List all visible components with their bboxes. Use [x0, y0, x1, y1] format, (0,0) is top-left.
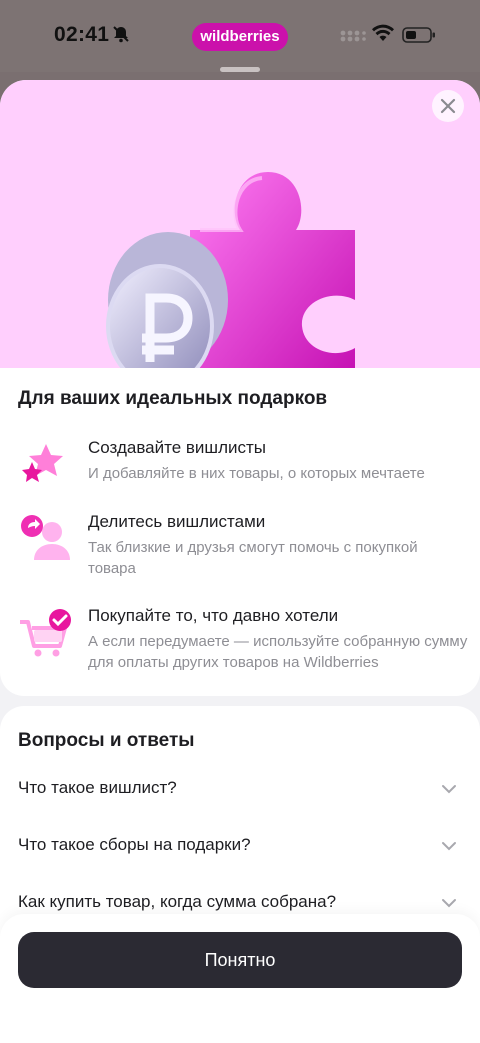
- bell-muted-icon: [113, 26, 129, 43]
- feature-desc: Так близкие и друзья смогут помочь с пок…: [88, 539, 418, 577]
- coin-puzzle-illustration: [106, 172, 355, 380]
- cart-check-icon: [20, 609, 71, 657]
- faq-question: Как купить товар, когда сумма собрана?: [18, 892, 337, 911]
- close-button[interactable]: [432, 90, 464, 122]
- battery-icon: [402, 27, 435, 43]
- chevron-down-icon: [442, 785, 456, 794]
- chevron-down-icon: [442, 842, 456, 851]
- wishlist-info-sheet: Для ваших идеальных подарков Создавайте …: [0, 80, 480, 1043]
- feature-title: Делитесь вишлистами: [88, 512, 266, 531]
- chevron-down-icon: [442, 899, 456, 908]
- ok-button[interactable]: Понятно: [18, 932, 462, 988]
- sheet-grabber[interactable]: [220, 67, 260, 72]
- feature-desc: И добавляйте в них товары, о которых меч…: [88, 465, 425, 482]
- feature-title: Покупайте то, что давно хотели: [88, 606, 339, 625]
- faq-title: Вопросы и ответы: [18, 730, 195, 751]
- features-card: Для ваших идеальных подарков Создавайте …: [0, 368, 480, 696]
- feature-title: Создавайте вишлисты: [88, 438, 266, 457]
- wifi-icon: [372, 24, 394, 41]
- status-time: 02:41: [54, 23, 110, 46]
- features-title: Для ваших идеальных подарков: [18, 388, 328, 409]
- stars-icon: [22, 444, 63, 482]
- faq-item[interactable]: Что такое вишлист?: [18, 770, 462, 810]
- bottom-action-bar: Понятно: [0, 914, 480, 1043]
- app-badge: wildberries: [192, 23, 288, 51]
- faq-question: Что такое сборы на подарки?: [18, 835, 251, 854]
- share-user-icon: [21, 515, 70, 560]
- faq-question: Что такое вишлист?: [18, 778, 177, 797]
- cell-signal-icon: [340, 30, 366, 42]
- feature-desc: А если передумаете — используйте собранн…: [88, 633, 468, 671]
- close-icon: [440, 98, 456, 114]
- status-bar: 02:41 wildberries: [0, 0, 480, 72]
- hero-banner: [0, 80, 480, 380]
- faq-item[interactable]: Что такое сборы на подарки?: [18, 827, 462, 867]
